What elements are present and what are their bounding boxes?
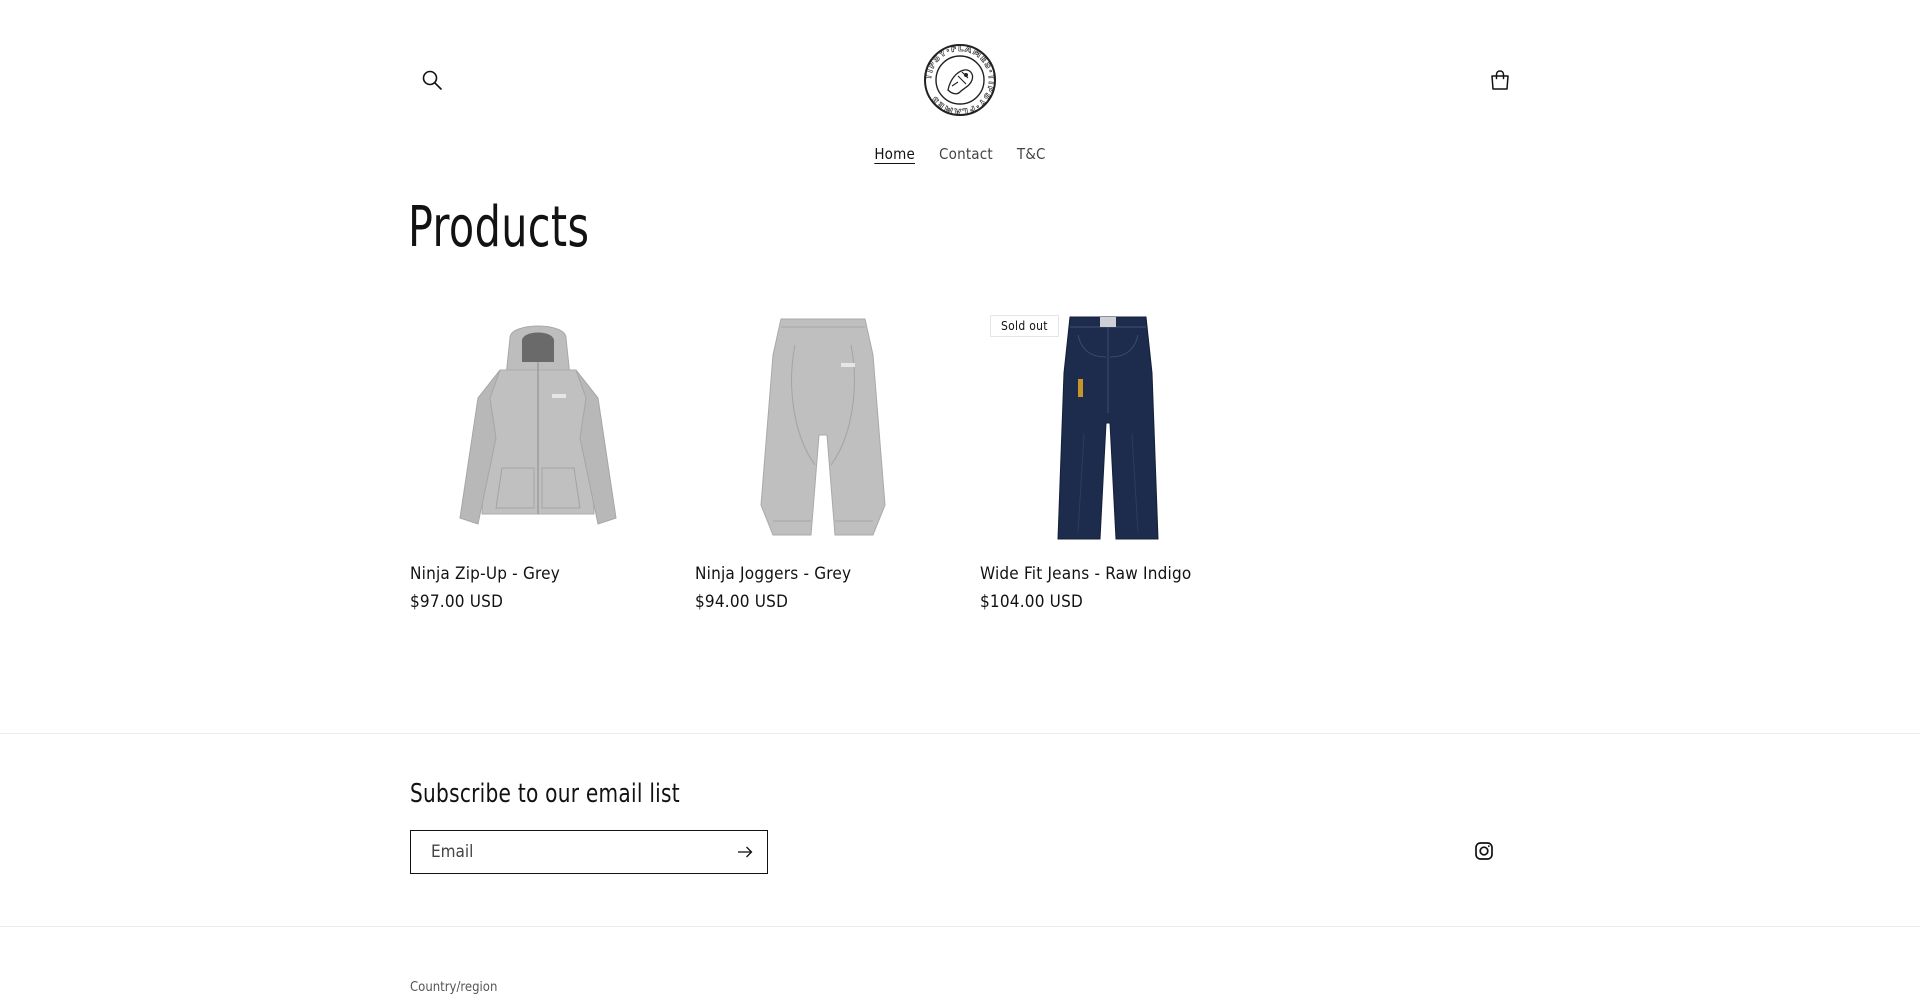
- email-input[interactable]: [411, 831, 723, 873]
- nav-item-terms[interactable]: T&C: [1017, 145, 1046, 163]
- sold-out-badge: Sold out: [990, 315, 1059, 337]
- newsletter-title: Subscribe to our email list: [410, 779, 680, 809]
- main-nav: Home Contact T&C: [0, 145, 1920, 163]
- footer-divider: [0, 733, 1920, 734]
- instagram-icon: [1475, 842, 1493, 860]
- product-card[interactable]: Ninja Zip-Up - Grey $97.00 USD: [410, 311, 665, 612]
- page-title: Products: [408, 195, 590, 260]
- product-price: $94.00 USD: [695, 592, 789, 612]
- product-image[interactable]: Sold out: [980, 311, 1235, 544]
- cart-button[interactable]: [1486, 66, 1514, 94]
- product-title[interactable]: Ninja Zip-Up - Grey: [410, 564, 665, 584]
- product-price: $104.00 USD: [980, 592, 1083, 612]
- nav-item-contact[interactable]: Contact: [939, 145, 993, 163]
- store-logo[interactable]: TIPSY·FLAMES·TIPSY·FLAMES: [922, 42, 998, 118]
- search-icon: [422, 70, 442, 90]
- product-price: $97.00 USD: [410, 592, 504, 612]
- instagram-link[interactable]: [1474, 841, 1498, 865]
- nav-item-home[interactable]: Home: [874, 145, 915, 163]
- product-image[interactable]: [695, 311, 950, 544]
- subscribe-button[interactable]: [723, 831, 767, 873]
- hoodie-image: [458, 325, 617, 525]
- arrow-right-icon: [738, 846, 753, 858]
- cart-icon: [1491, 70, 1509, 90]
- newsletter-form: [410, 830, 768, 874]
- product-card[interactable]: Ninja Joggers - Grey $94.00 USD: [695, 311, 950, 612]
- product-card[interactable]: Sold out Wide Fit Jeans - Raw Indigo $10…: [980, 311, 1235, 612]
- jeans-image: [1056, 316, 1159, 539]
- product-title[interactable]: Wide Fit Jeans - Raw Indigo: [980, 564, 1235, 584]
- page: TIPSY·FLAMES·TIPSY·FLAMES Home Contact T…: [0, 0, 1920, 995]
- logo-seal: TIPSY·FLAMES·TIPSY·FLAMES: [924, 44, 996, 116]
- footer-divider-lower: [0, 926, 1920, 927]
- joggers-image: [759, 318, 886, 536]
- product-title[interactable]: Ninja Joggers - Grey: [695, 564, 950, 584]
- product-grid: Ninja Zip-Up - Grey $97.00 USD Ninja Jog…: [410, 311, 1235, 612]
- search-button[interactable]: [418, 66, 446, 94]
- product-image[interactable]: [410, 311, 665, 544]
